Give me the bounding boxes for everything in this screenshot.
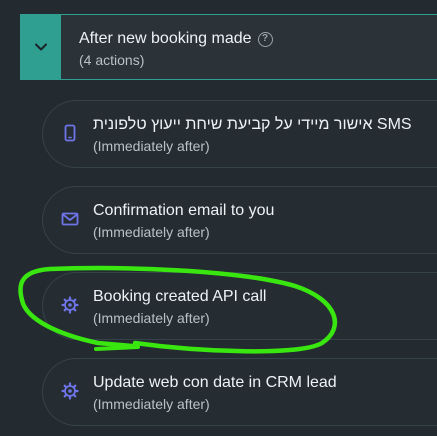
action-timing: (Immediately after) [93,224,210,240]
action-timing: (Immediately after) [93,396,210,412]
action-card-email[interactable]: Confirmation email to you (Immediately a… [42,186,437,254]
action-card-sms[interactable]: אישור מיידי על קביעת שיחת ייעוץ טלפונית … [42,100,437,168]
gear-icon [60,381,80,401]
action-timing: (Immediately after) [93,310,210,326]
action-timing: (Immediately after) [93,138,210,154]
collapse-toggle[interactable] [21,15,61,79]
trigger-header[interactable]: After new booking made ? (4 actions) [20,14,437,80]
help-icon[interactable]: ? [257,31,273,47]
action-title: Confirmation email to you [93,202,275,219]
action-title: Booking created API call [93,288,267,305]
action-card-crm-update[interactable]: Update web con date in CRM lead (Immedia… [42,358,437,426]
workflow-panel: After new booking made ? (4 actions) איש… [0,0,437,436]
phone-icon [60,123,80,143]
envelope-icon [60,209,80,229]
action-title: אישור מיידי על קביעת שיחת ייעוץ טלפונית … [93,116,412,133]
action-card-api-call[interactable]: Booking created API call (Immediately af… [42,272,437,340]
action-title: Update web con date in CRM lead [93,374,337,391]
trigger-title: After new booking made [79,30,252,47]
gear-icon [60,295,80,315]
chevron-down-icon [35,43,47,51]
action-count: (4 actions) [79,52,145,68]
